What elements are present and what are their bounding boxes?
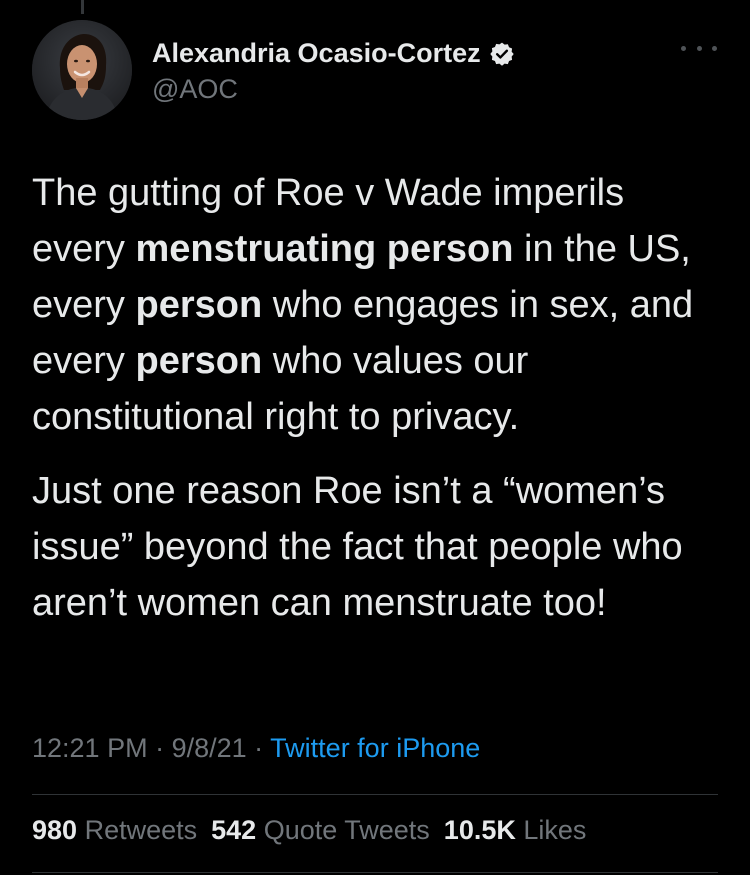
verified-badge-icon	[489, 41, 515, 67]
likes-count: 10.5K	[443, 815, 516, 845]
tweet-paragraph-2: Just one reason Roe isn’t a “women’s iss…	[32, 470, 683, 624]
tweet-time[interactable]: 12:21 PM	[32, 733, 148, 763]
more-dot	[681, 45, 686, 51]
author-handle[interactable]: @AOC	[152, 74, 238, 105]
tweet-source-link[interactable]: Twitter for iPhone	[270, 733, 480, 763]
tweet-metadata: 12:21 PM · 9/8/21 · Twitter for iPhone	[32, 733, 480, 764]
more-dot	[712, 45, 717, 51]
retweets-label: Retweets	[77, 815, 198, 845]
quote-tweets-label: Quote Tweets	[256, 815, 430, 845]
meta-separator: ·	[246, 733, 271, 763]
tweet-date[interactable]: 9/8/21	[172, 733, 247, 763]
tweet-bold-segment: person	[135, 284, 263, 326]
retweets-count: 980	[32, 815, 78, 845]
thread-connector-line	[81, 0, 84, 14]
quote-tweets-stat[interactable]: 542 Quote Tweets	[211, 815, 430, 845]
tweet-text: The gutting of Roe v Wade imperils every…	[32, 165, 722, 631]
more-dot	[696, 45, 702, 51]
engagement-stats: 980 Retweets 542 Quote Tweets 10.5K Likes	[32, 815, 586, 846]
retweets-stat[interactable]: 980 Retweets	[32, 815, 197, 845]
likes-label: Likes	[515, 815, 587, 845]
likes-stat[interactable]: 10.5K Likes	[444, 815, 587, 845]
divider	[32, 794, 718, 795]
tweet-bold-segment: menstruating person	[135, 228, 514, 270]
tweet-paragraph-1: The gutting of Roe v Wade imperils every…	[32, 165, 722, 445]
quote-tweets-count: 542	[211, 815, 257, 845]
profile-photo-icon	[32, 20, 132, 120]
divider	[32, 872, 718, 873]
tweet-bold-segment: person	[135, 340, 263, 382]
avatar[interactable]	[32, 20, 132, 120]
author-name-row[interactable]: Alexandria Ocasio-Cortez	[152, 38, 515, 69]
more-options-icon[interactable]	[681, 38, 717, 58]
author-display-name[interactable]: Alexandria Ocasio-Cortez	[152, 38, 481, 69]
meta-separator: ·	[147, 733, 172, 763]
